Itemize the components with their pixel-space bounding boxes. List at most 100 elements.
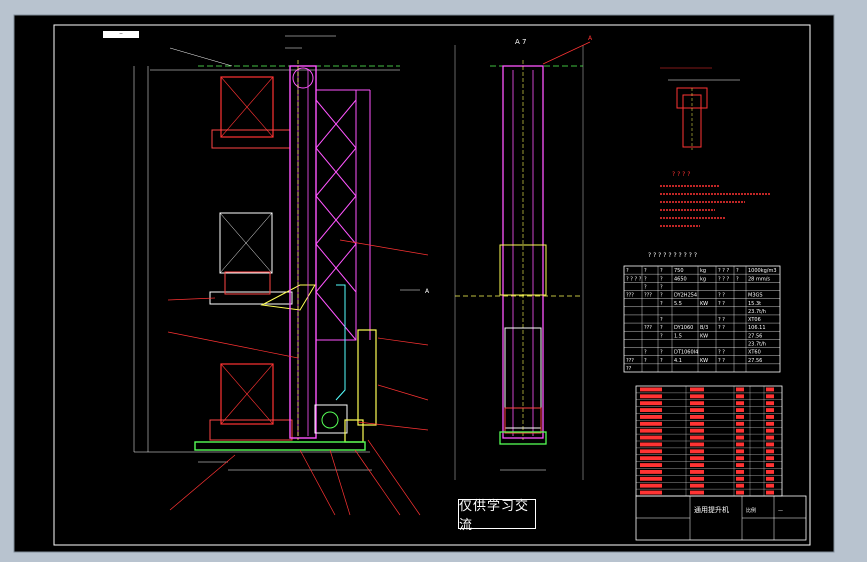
- param-cell: 750: [674, 268, 684, 274]
- bom-cell-mark: [690, 435, 704, 440]
- param-cell: ?: [660, 301, 663, 307]
- param-cell: ?: [660, 284, 663, 290]
- param-cell: B/3: [700, 325, 708, 331]
- param-cell: 27.56: [748, 358, 762, 364]
- sheet-tag: —: [103, 31, 139, 38]
- tech-notes-title: ? ? ? ?: [672, 171, 690, 178]
- bom-cell-mark: [690, 442, 704, 447]
- bom-cell-mark: [640, 428, 662, 433]
- param-cell: ? ? ?: [718, 276, 729, 282]
- bom-cell-mark: [736, 387, 744, 392]
- bom-cell-mark: [766, 387, 774, 392]
- bom-cell-mark: [736, 401, 744, 406]
- param-cell: 23.7t/h: [748, 342, 766, 348]
- bom-cell-mark: [736, 415, 744, 419]
- bom-cell-mark: [690, 387, 704, 392]
- bom-cell-mark: [736, 449, 744, 454]
- param-cell: 5.5: [674, 301, 682, 307]
- bom-cell-mark: [736, 483, 744, 488]
- bom-cell-mark: [766, 435, 774, 440]
- param-cell: ?: [736, 268, 739, 274]
- bom-cell-mark: [766, 483, 774, 488]
- param-cell: 1.5: [674, 333, 682, 339]
- bom-cell-mark: [640, 463, 662, 467]
- param-cell: XT06: [748, 317, 761, 323]
- param-cell: 23.7t/h: [748, 309, 766, 315]
- bom-cell-mark: [690, 449, 704, 454]
- bom-cell-mark: [690, 463, 704, 467]
- param-cell: KW: [700, 301, 708, 307]
- bom-cell-mark: [766, 428, 774, 433]
- bom-cell-mark: [736, 428, 744, 433]
- param-cell: kg: [700, 268, 706, 274]
- bom-cell-mark: [766, 490, 774, 495]
- bom-cell-mark: [766, 470, 774, 474]
- param-cell: 28 mm/s: [748, 276, 770, 282]
- bom-cell-mark: [736, 421, 744, 426]
- param-cell: ? ?: [718, 350, 725, 356]
- bom-cell-mark: [766, 456, 774, 461]
- bom-cell-mark: [640, 394, 662, 399]
- bom-cell-mark: [640, 490, 662, 495]
- bom-cell-mark: [640, 456, 662, 461]
- param-cell: ?: [660, 293, 663, 299]
- bom-cell-mark: [690, 401, 704, 406]
- bom-cell-mark: [766, 442, 774, 447]
- bom-cell-mark: [736, 470, 744, 474]
- param-cell: ? ?: [718, 317, 725, 323]
- bom-cell-mark: [736, 435, 744, 440]
- bom-cell-mark: [766, 394, 774, 399]
- bom-cell-mark: [690, 490, 704, 495]
- scale-label: 比例: [746, 507, 756, 514]
- bom-cell-mark: [766, 401, 774, 406]
- bom-cell-mark: [640, 421, 662, 426]
- param-cell: ?: [660, 333, 663, 339]
- param-cell: KW: [700, 333, 708, 339]
- bom-cell-mark: [690, 483, 704, 488]
- param-cell: kg: [700, 276, 706, 282]
- param-cell: DT1060I4: [674, 350, 698, 356]
- section-title: A 7: [515, 38, 526, 46]
- bom-cell-mark: [736, 442, 744, 447]
- param-cell: ? ?: [718, 293, 725, 299]
- param-cell: 1000kg/m3: [748, 268, 777, 274]
- bom-cell-mark: [690, 394, 704, 399]
- bom-cell-mark: [690, 421, 704, 426]
- param-cell: 106.11: [748, 325, 766, 331]
- param-cell: ?: [660, 325, 663, 331]
- param-cell: ? ? ? ?: [626, 276, 642, 282]
- param-cell: KW: [700, 358, 708, 364]
- param-cell: ? ?: [718, 301, 725, 307]
- param-cell: 4650: [674, 276, 687, 282]
- bom-cell-mark: [766, 408, 774, 412]
- bom-cell-mark: [736, 476, 744, 481]
- param-cell: ?: [660, 350, 663, 356]
- param-cell: ? ?: [718, 325, 725, 331]
- bom-cell-mark: [640, 442, 662, 447]
- param-cell: 15.3t: [748, 301, 761, 307]
- bom-cell-mark: [690, 428, 704, 433]
- param-cell: ??: [626, 366, 632, 372]
- param-cell: ?: [660, 317, 663, 323]
- bom-cell-mark: [766, 415, 774, 419]
- bom-cell-mark: [640, 483, 662, 488]
- bom-cell-mark: [766, 421, 774, 426]
- bom-cell-mark: [690, 476, 704, 481]
- param-cell: ???: [644, 325, 652, 331]
- bom-cell-mark: [736, 394, 744, 399]
- param-cell: ?: [736, 276, 739, 282]
- cad-drawing-canvas: A A 7 A ? ? ? ? ? ? ? ? ? ? ? ? ? ? ? ? …: [0, 0, 867, 562]
- bom-cell-mark: [736, 456, 744, 461]
- param-cell: XT60: [748, 350, 761, 356]
- param-cell: ???: [626, 293, 634, 299]
- bom-cell-mark: [766, 476, 774, 481]
- bom-cell-mark: [690, 470, 704, 474]
- param-cell: DY2H254: [674, 293, 697, 299]
- bom-cell-mark: [690, 456, 704, 461]
- bom-cell-mark: [736, 408, 744, 412]
- bom-cell-mark: [640, 415, 662, 419]
- bom-cell-mark: [640, 476, 662, 481]
- param-cell: ?: [660, 276, 663, 282]
- bom-cell-mark: [766, 463, 774, 467]
- bom-cell-mark: [640, 387, 662, 392]
